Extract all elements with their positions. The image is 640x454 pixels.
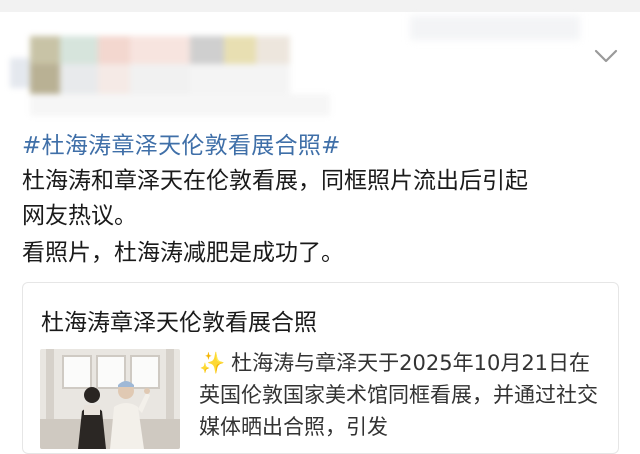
- card-description: ✨ 杜海涛与章泽天于2025年10月21日在英国伦敦国家美术馆同框看展，并通过社交…: [199, 347, 609, 443]
- hashtag-topic-link[interactable]: #杜海涛章泽天伦敦看展合照#: [22, 126, 341, 160]
- card-title: 杜海涛章泽天伦敦看展合照: [41, 310, 317, 336]
- chevron-down-icon[interactable]: [590, 40, 622, 72]
- post-text-line: 看照片，杜海涛减肥是成功了。: [22, 240, 344, 266]
- topic-card[interactable]: 杜海涛章泽天伦敦看展合照 ✨ 杜海涛与章泽天于2025年10月21日在英国伦敦国家…: [22, 282, 619, 454]
- card-thumbnail-photo: [40, 349, 180, 449]
- blurred-user-header: [0, 28, 330, 118]
- post-text-line: 网友热议。: [22, 203, 137, 229]
- top-bar: [0, 0, 640, 12]
- sparkles-icon: ✨: [199, 351, 226, 375]
- blurred-timestamp: [410, 16, 580, 40]
- post-text-line: 杜海涛和章泽天在伦敦看展，同框照片流出后引起: [22, 168, 528, 194]
- card-description-text: 杜海涛与章泽天于2025年10月21日在英国伦敦国家美术馆同框看展，并通过社交媒…: [199, 351, 598, 439]
